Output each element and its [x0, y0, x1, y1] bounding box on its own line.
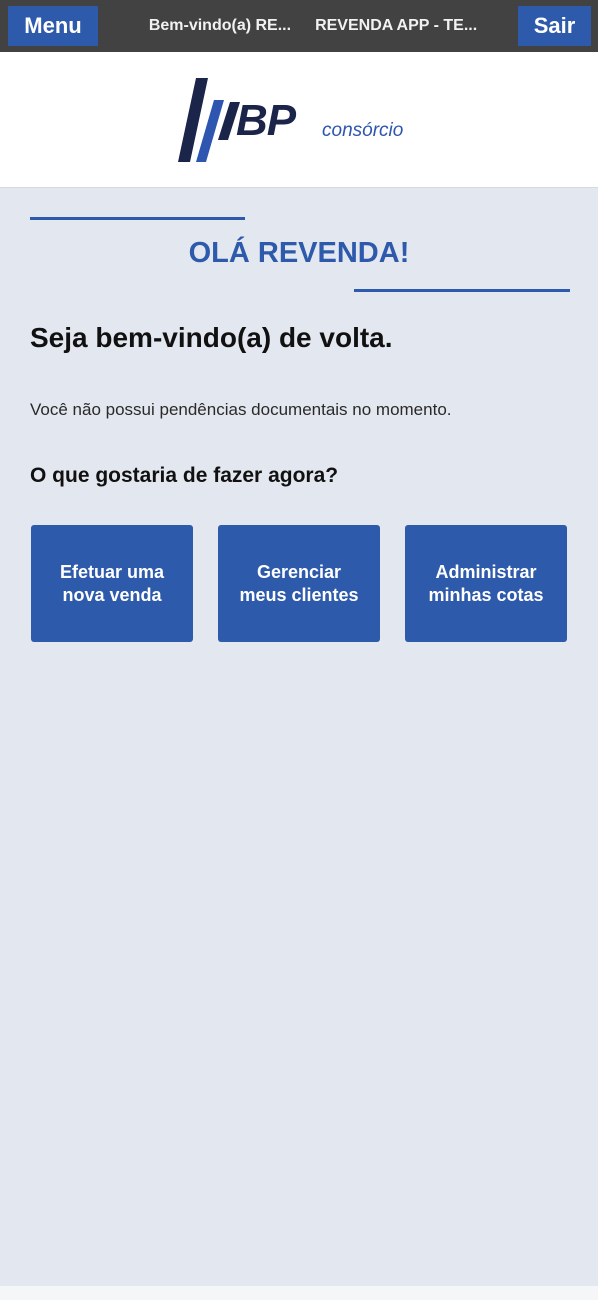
logout-button[interactable]: Sair [518, 6, 591, 46]
top-title-app: REVENDA APP - TE... [315, 17, 478, 34]
divider-bottom [354, 289, 570, 292]
pending-notice: Você não possui pendências documentais n… [30, 400, 452, 419]
new-sale-button[interactable]: Efetuar uma nova venda [31, 525, 193, 642]
welcome-heading: Seja bem-vindo(a) de volta. [30, 322, 393, 353]
bottom-strip [0, 1286, 598, 1300]
logo-text: BP [236, 96, 296, 145]
manage-clients-button[interactable]: Gerenciar meus clientes [218, 525, 380, 642]
greeting-title: OLÁ REVENDA! [188, 237, 410, 269]
top-bar: Menu Bem-vindo(a) RE... REVENDA APP - TE… [0, 0, 598, 52]
question-heading: O que gostaria de fazer agora? [30, 464, 339, 487]
divider-top [30, 217, 245, 220]
action-buttons: Efetuar uma nova venda Gerenciar meus cl… [31, 525, 567, 642]
logo-subtext: consórcio [322, 120, 404, 141]
menu-button[interactable]: Menu [8, 6, 98, 46]
header: BP consórcio [0, 52, 598, 188]
top-titles: Bem-vindo(a) RE... REVENDA APP - TE... [98, 17, 518, 35]
manage-quotas-button[interactable]: Administrar minhas cotas [405, 525, 567, 642]
top-title-welcome: Bem-vindo(a) RE... [148, 17, 292, 34]
